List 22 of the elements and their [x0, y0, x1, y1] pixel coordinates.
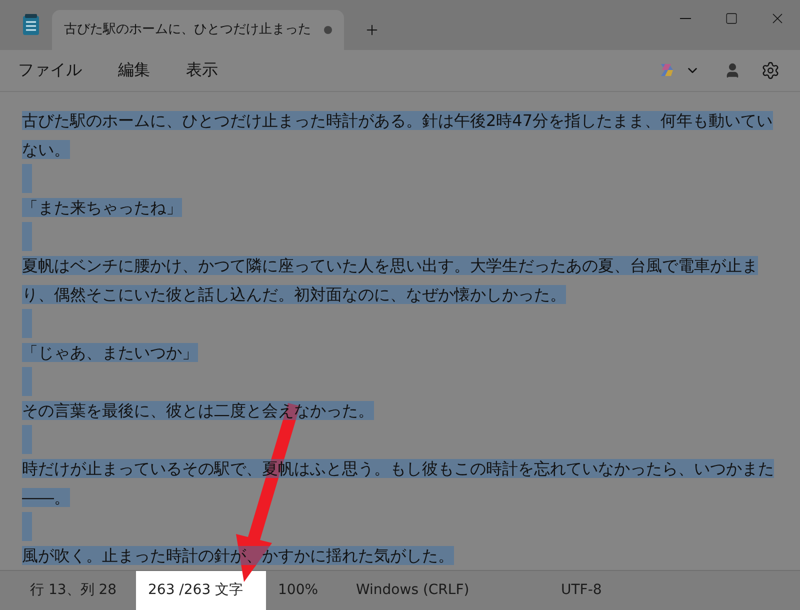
notepad-icon	[22, 14, 40, 36]
status-item: 行 13、列 28	[29, 580, 118, 600]
tab-title: 古びた駅のホームに、ひとつだけ止まった	[64, 21, 312, 40]
new-tab-icon[interactable]	[364, 22, 380, 38]
document-tab[interactable]: 古びた駅のホームに、ひとつだけ止まった	[52, 10, 344, 50]
menu-item[interactable]: 編集	[108, 54, 160, 86]
menu-item[interactable]: ファイル	[8, 54, 92, 86]
account-icon[interactable]	[724, 62, 741, 79]
paragraph: 夏帆はベンチに腰かけ、かつて隣に座っていた人を思い出す。大学生だったあの夏、台風で電車が止まり、偶然そこにいた彼と話し込んだ。初対面なのに、なぜか懐かしかった。	[22, 254, 759, 306]
status-item: Windows (CRLF)	[355, 580, 470, 600]
status-item: 100%	[277, 580, 320, 600]
menu-item[interactable]: 表示	[176, 54, 228, 86]
paragraph: 時だけが止まっているその駅で、夏帆はふと思う。もし彼もこの時計を忘れていなかったら、いつかまた――。	[22, 458, 775, 509]
paragraph: 風が吹く。止まった時計の針が、かすかに揺れた気がした。	[22, 544, 455, 567]
paragraph: その言葉を最後に、彼とは二度と会えなかった。	[22, 400, 375, 422]
maximize-icon	[724, 12, 738, 24]
paragraph: 「また来ちゃったね」	[22, 196, 183, 219]
paragraph: 古びた駅のホームに、ひとつだけ止まった時計がある。針は午後2時47分を指したまま、何年も動いていない。	[22, 110, 774, 161]
status-item: UTF-8	[560, 580, 603, 600]
paragraph: 「じゃあ、またいつか」	[22, 342, 199, 364]
settings-icon[interactable]	[761, 60, 780, 80]
status-item: 263 /263 文字	[136, 570, 266, 610]
